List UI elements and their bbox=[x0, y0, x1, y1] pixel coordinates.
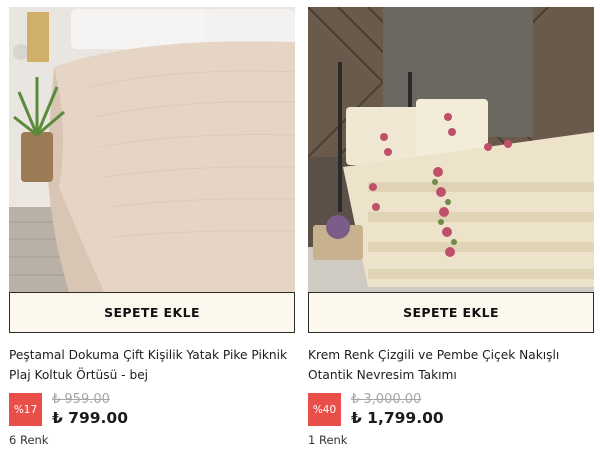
product-image[interactable] bbox=[308, 7, 594, 292]
product-title[interactable]: Peştamal Dokuma Çift Kişilik Yatak Pike … bbox=[9, 345, 299, 385]
sale-price: ₺ 1,799.00 bbox=[351, 409, 444, 427]
sale-price: ₺ 799.00 bbox=[52, 409, 128, 427]
beige-bedspread-photo bbox=[9, 7, 295, 292]
product-title-line[interactable]: Plaj Koltuk Örtüsü - bej bbox=[9, 365, 299, 385]
product-title-line[interactable]: Krem Renk Çizgili ve Pembe Çiçek Nakışlı bbox=[308, 345, 598, 365]
old-price: ₺ 959.00 bbox=[52, 392, 110, 407]
old-price: ₺ 3,000.00 bbox=[351, 392, 422, 407]
color-count: 6 Renk bbox=[9, 433, 49, 447]
product-title-line[interactable]: Peştamal Dokuma Çift Kişilik Yatak Pike … bbox=[9, 345, 299, 365]
product-title-line[interactable]: Otantik Nevresim Takımı bbox=[308, 365, 598, 385]
add-to-cart-button[interactable]: SEPETE EKLE bbox=[308, 292, 594, 333]
color-count: 1 Renk bbox=[308, 433, 348, 447]
discount-badge: %40 bbox=[308, 393, 341, 426]
product-image[interactable] bbox=[9, 7, 295, 292]
floral-duvet-set-photo bbox=[308, 7, 594, 292]
product-title[interactable]: Krem Renk Çizgili ve Pembe Çiçek Nakışlı… bbox=[308, 345, 598, 385]
add-to-cart-button[interactable]: SEPETE EKLE bbox=[9, 292, 295, 333]
discount-badge: %17 bbox=[9, 393, 42, 426]
